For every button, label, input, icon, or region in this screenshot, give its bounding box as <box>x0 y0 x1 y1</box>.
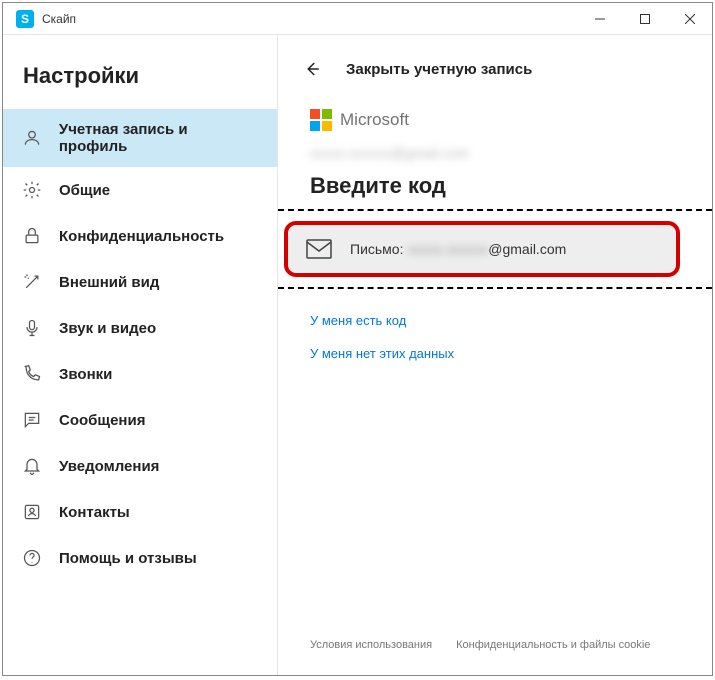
window-controls <box>577 3 712 35</box>
content-area: Microsoft xxxxx.xxxxxx@gmail.com Введите… <box>278 97 712 639</box>
footer: Условия использования Конфиденциальность… <box>278 639 712 675</box>
wand-icon <box>21 271 43 293</box>
lock-icon <box>21 225 43 247</box>
phone-icon <box>21 363 43 385</box>
sidebar-item-label: Помощь и отзывы <box>59 550 197 567</box>
settings-sidebar: Настройки Учетная запись и профиль Общие… <box>3 35 278 675</box>
app-body: Настройки Учетная запись и профиль Общие… <box>3 35 712 675</box>
sidebar-item-label: Сообщения <box>59 412 145 429</box>
enter-code-heading: Введите код <box>310 173 680 199</box>
sidebar-item-label: Звук и видео <box>59 320 156 337</box>
microphone-icon <box>21 317 43 339</box>
microsoft-grid-icon <box>310 109 332 131</box>
skype-icon: S <box>16 10 34 28</box>
sidebar-item-privacy[interactable]: Конфиденциальность <box>3 213 277 259</box>
main-header: Закрыть учетную запись <box>278 53 712 97</box>
sidebar-item-label: Внешний вид <box>59 274 159 291</box>
bell-icon <box>21 455 43 477</box>
titlebar: S Скайп <box>3 3 712 35</box>
sidebar-item-label: Уведомления <box>59 458 159 475</box>
chat-icon <box>21 409 43 431</box>
main-panel: Закрыть учетную запись Microsoft xxxxx.x… <box>278 35 712 675</box>
app-window: S Скайп Настройки Учетная запись и профи… <box>2 2 713 676</box>
app-title: Скайп <box>42 12 577 26</box>
sidebar-item-help[interactable]: Помощь и отзывы <box>3 535 277 581</box>
sidebar-item-notifications[interactable]: Уведомления <box>3 443 277 489</box>
sidebar-item-general[interactable]: Общие <box>3 167 277 213</box>
sidebar-item-label: Учетная запись и профиль <box>59 121 259 155</box>
minimize-button[interactable] <box>577 3 622 35</box>
help-icon <box>21 547 43 569</box>
sidebar-item-audio-video[interactable]: Звук и видео <box>3 305 277 351</box>
maximize-button[interactable] <box>622 3 667 35</box>
privacy-link[interactable]: Конфиденциальность и файлы cookie <box>456 639 650 651</box>
sidebar-item-messaging[interactable]: Сообщения <box>3 397 277 443</box>
sidebar-item-contacts[interactable]: Контакты <box>3 489 277 535</box>
close-button[interactable] <box>667 3 712 35</box>
account-email: xxxxx.xxxxxx@gmail.com <box>310 145 680 161</box>
sidebar-item-label: Конфиденциальность <box>59 228 224 245</box>
no-data-link[interactable]: У меня нет этих данных <box>310 346 680 361</box>
email-verification-option[interactable]: Письмо: xxxxx.xxxxxx@gmail.com <box>284 221 680 277</box>
email-option-text: Письмо: xxxxx.xxxxxx@gmail.com <box>350 241 566 257</box>
verification-links: У меня есть код У меня нет этих данных <box>310 289 680 361</box>
sidebar-item-label: Звонки <box>59 366 112 383</box>
sidebar-item-label: Общие <box>59 182 110 199</box>
back-button[interactable] <box>300 57 324 81</box>
have-code-link[interactable]: У меня есть код <box>310 313 680 328</box>
page-title: Закрыть учетную запись <box>346 61 532 78</box>
sidebar-item-calling[interactable]: Звонки <box>3 351 277 397</box>
highlight-region: Письмо: xxxxx.xxxxxx@gmail.com <box>278 209 712 289</box>
sidebar-item-label: Контакты <box>59 504 130 521</box>
sidebar-item-account[interactable]: Учетная запись и профиль <box>3 109 277 167</box>
sidebar-item-appearance[interactable]: Внешний вид <box>3 259 277 305</box>
gear-icon <box>21 179 43 201</box>
mail-icon <box>306 239 332 259</box>
sidebar-title: Настройки <box>3 53 277 109</box>
terms-link[interactable]: Условия использования <box>310 639 432 651</box>
contacts-icon <box>21 501 43 523</box>
microsoft-brand-text: Microsoft <box>340 110 409 130</box>
microsoft-logo: Microsoft <box>310 109 680 131</box>
account-icon <box>21 127 43 149</box>
